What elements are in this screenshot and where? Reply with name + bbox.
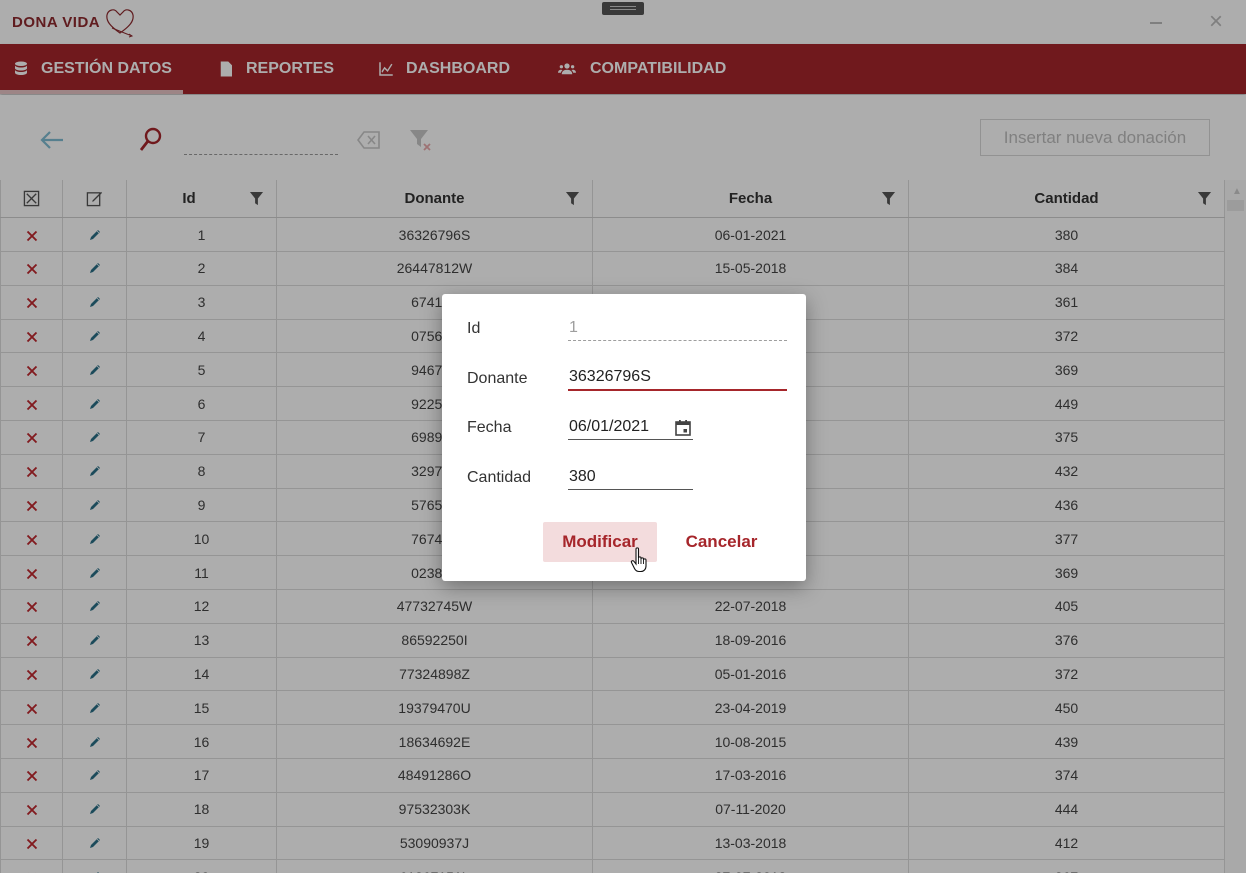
hand-cursor-icon xyxy=(630,547,647,573)
id-field xyxy=(568,315,787,341)
calendar-icon[interactable] xyxy=(674,419,692,437)
id-label: Id xyxy=(467,320,481,337)
edit-donation-dialog: Id Donante Fecha Cantidad Modificar Canc… xyxy=(442,294,806,581)
donante-label: Donante xyxy=(467,370,528,387)
cancelar-button[interactable]: Cancelar xyxy=(674,522,769,562)
cantidad-label: Cantidad xyxy=(467,469,532,486)
fecha-label: Fecha xyxy=(467,419,512,436)
donante-field[interactable] xyxy=(568,365,787,391)
cantidad-field[interactable] xyxy=(568,464,693,490)
